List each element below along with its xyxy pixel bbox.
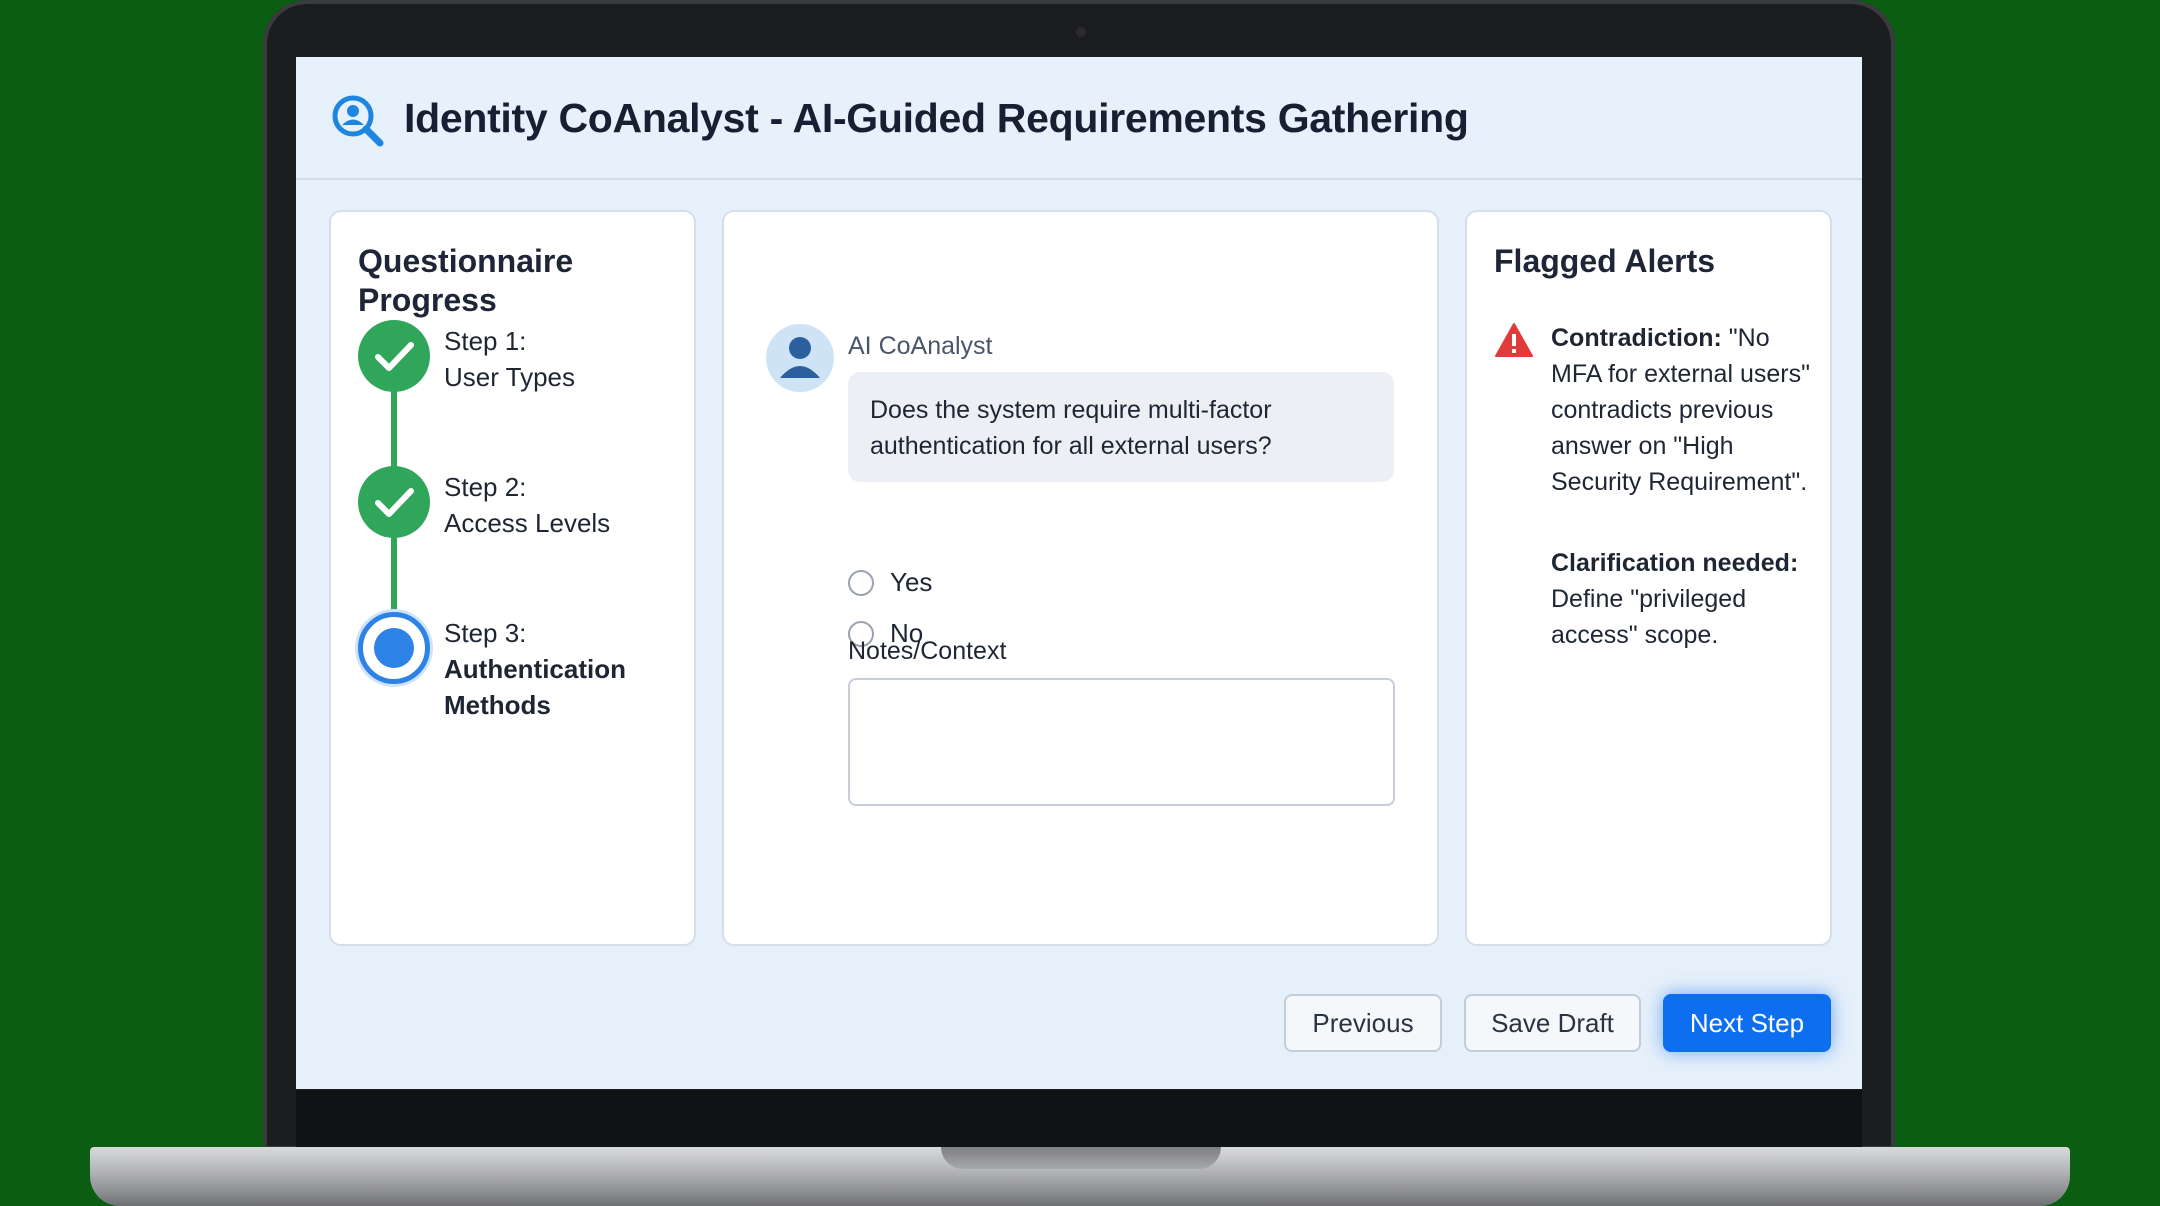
app-header: Identity CoAnalyst - AI-Guided Requireme…: [296, 57, 1862, 180]
next-step-button[interactable]: Next Step: [1663, 994, 1831, 1052]
alerts-title: Flagged Alerts: [1494, 243, 1716, 279]
progress-title: Questionnaire Progress: [358, 243, 574, 318]
radio-circle-icon[interactable]: [848, 569, 874, 596]
notes-textarea[interactable]: [848, 678, 1395, 806]
ai-avatar: [766, 324, 834, 392]
radio-yes[interactable]: Yes: [848, 567, 932, 598]
webcam: [1074, 25, 1088, 39]
step-number: Step 2:: [444, 472, 527, 502]
radio-yes-label: Yes: [890, 567, 933, 597]
checkmark-icon: [358, 466, 430, 538]
question-panel: AI CoAnalyst Does the system require mul…: [722, 210, 1439, 946]
step-number: Step 3:: [444, 618, 527, 648]
save-draft-button[interactable]: Save Draft: [1464, 994, 1641, 1052]
clarification-label: Clarification needed:: [1551, 549, 1799, 577]
clarification-alert: Clarification needed: Define "privileged…: [1551, 545, 1821, 653]
step-label: Authentication Methods: [444, 654, 626, 720]
user-avatar-icon: [780, 337, 820, 378]
search-user-icon: [332, 95, 384, 147]
step-number: Step 1:: [444, 326, 527, 356]
clarification-text: Define "privileged access" scope.: [1551, 585, 1747, 649]
checkmark-icon: [358, 320, 430, 392]
app-window: Identity CoAnalyst - AI-Guided Requireme…: [296, 57, 1862, 1089]
warning-icon: [1495, 323, 1533, 357]
page-title: Identity CoAnalyst - AI-Guided Requireme…: [404, 95, 1469, 141]
contradiction-label: Contradiction:: [1551, 324, 1722, 352]
laptop-bezel-bottom: [296, 1090, 1862, 1150]
notes-label: Notes/Context: [848, 637, 1007, 665]
step-label: User Types: [444, 362, 576, 392]
laptop-hinge-notch: [941, 1147, 1221, 1169]
question-bubble: Does the system require multi-factor aut…: [848, 372, 1394, 482]
contradiction-alert: Contradiction: "No MFA for external user…: [1551, 320, 1821, 500]
step-label: Access Levels: [444, 508, 611, 538]
progress-panel: Questionnaire Progress Step 1: User Type…: [329, 210, 696, 946]
previous-button[interactable]: Previous: [1284, 994, 1442, 1052]
sender-name: AI CoAnalyst: [848, 332, 993, 360]
alerts-panel: Flagged Alerts Contradiction: "No MFA fo…: [1465, 210, 1832, 946]
current-step-indicator: [358, 612, 430, 684]
